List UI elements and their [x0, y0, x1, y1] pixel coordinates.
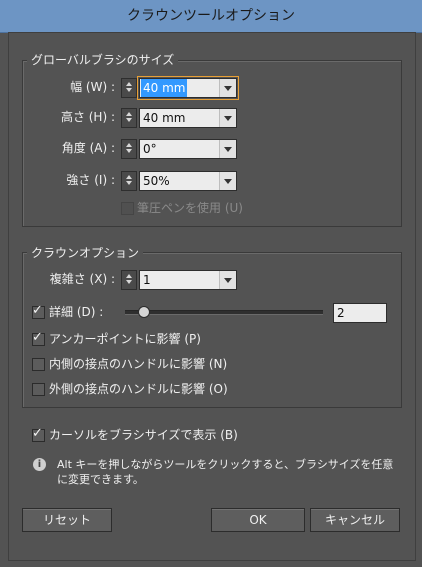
width-spinner[interactable] — [121, 78, 137, 98]
angle-spinner[interactable] — [121, 139, 137, 159]
affects-in-handles-label: 内側の接点のハンドルに影響 (N) — [49, 357, 228, 371]
intensity-value: 50% — [143, 174, 170, 188]
detail-value: 2 — [337, 306, 345, 320]
info-line-2: に変更できます。 — [57, 473, 144, 486]
height-input[interactable]: 40 mm — [139, 108, 237, 128]
show-brush-size-label: カーソルをブラシサイズで表示 (B) — [49, 428, 238, 442]
spin-down-icon[interactable] — [126, 181, 132, 185]
spin-down-icon[interactable] — [126, 88, 132, 92]
affects-in-handles-checkbox[interactable] — [32, 358, 45, 371]
affects-out-handles-label: 外側の接点のハンドルに影響 (O) — [49, 382, 228, 396]
detail-slider-track[interactable] — [125, 310, 323, 315]
spin-up-icon[interactable] — [126, 112, 132, 116]
angle-value: 0° — [143, 142, 157, 156]
info-line-1: Alt キーを押しながらツールをクリックすると、ブラシサイズを任意 — [57, 458, 394, 471]
chevron-down-icon[interactable] — [219, 172, 236, 190]
detail-checkbox[interactable] — [32, 303, 45, 319]
complexity-label: 複雑さ (X) : — [49, 272, 115, 286]
spin-up-icon[interactable] — [126, 274, 132, 278]
dialog-body: グローバルブラシのサイズ 幅 (W) : 40 mm 高さ (H) : 40 m… — [8, 32, 416, 561]
spin-down-icon[interactable] — [126, 149, 132, 153]
width-value: 40 mm — [141, 79, 188, 97]
info-icon: i — [33, 458, 46, 471]
affects-anchor-checkbox[interactable] — [32, 330, 45, 346]
spin-down-icon[interactable] — [126, 118, 132, 122]
ok-button[interactable]: OK — [211, 508, 305, 532]
spin-up-icon[interactable] — [126, 82, 132, 86]
reset-button[interactable]: リセット — [22, 508, 112, 532]
spin-down-icon[interactable] — [126, 280, 132, 284]
intensity-label: 強さ (I) : — [66, 173, 115, 187]
chevron-down-icon[interactable] — [219, 271, 236, 289]
detail-slider-thumb[interactable] — [138, 306, 151, 318]
angle-label: 角度 (A) : — [61, 141, 115, 155]
chevron-down-icon[interactable] — [219, 79, 236, 97]
detail-value-input[interactable]: 2 — [333, 303, 387, 323]
complexity-spinner[interactable] — [121, 270, 137, 290]
show-brush-size-checkbox[interactable] — [32, 426, 45, 442]
intensity-spinner[interactable] — [121, 171, 137, 191]
angle-input[interactable]: 0° — [139, 139, 237, 159]
use-pen-pressure-label: 筆圧ペンを使用 (U) — [137, 201, 243, 215]
chevron-down-icon[interactable] — [219, 140, 236, 158]
height-label: 高さ (H) : — [60, 110, 115, 124]
crown-options-legend: クラウンオプション — [27, 244, 144, 261]
complexity-value: 1 — [143, 273, 151, 287]
spin-up-icon[interactable] — [126, 175, 132, 179]
intensity-input[interactable]: 50% — [139, 171, 237, 191]
height-value: 40 mm — [143, 111, 186, 125]
affects-anchor-label: アンカーポイントに影響 (P) — [49, 332, 201, 346]
width-label: 幅 (W) : — [70, 80, 115, 94]
height-spinner[interactable] — [121, 108, 137, 128]
use-pen-pressure-checkbox[interactable] — [121, 202, 134, 215]
affects-out-handles-checkbox[interactable] — [32, 383, 45, 396]
cancel-button[interactable]: キャンセル — [310, 508, 400, 532]
complexity-input[interactable]: 1 — [139, 270, 237, 290]
detail-label: 詳細 (D) : — [49, 305, 104, 319]
width-input[interactable]: 40 mm — [137, 76, 239, 100]
window-title: クラウンツールオプション — [0, 0, 422, 33]
spin-up-icon[interactable] — [126, 143, 132, 147]
chevron-down-icon[interactable] — [219, 109, 236, 127]
brush-size-legend: グローバルブラシのサイズ — [27, 51, 179, 68]
